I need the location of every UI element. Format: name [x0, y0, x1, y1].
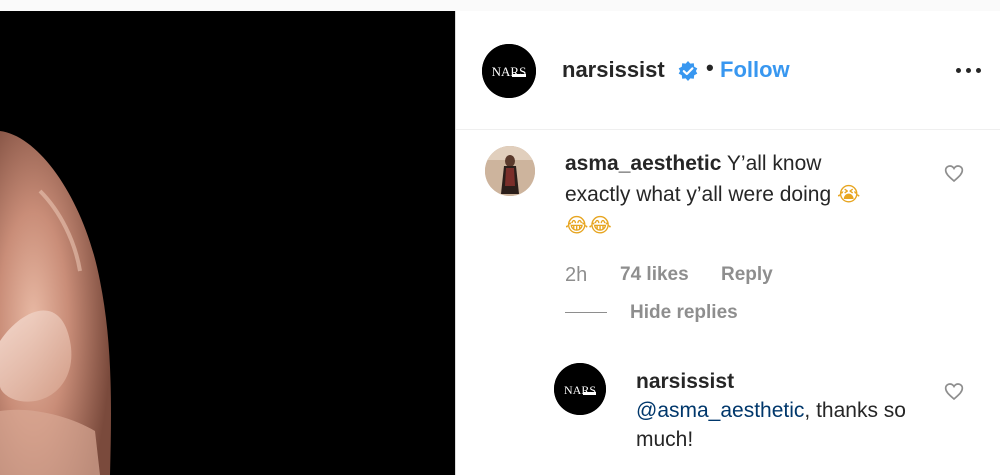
replies-divider-line — [565, 312, 607, 313]
verified-badge-icon — [677, 60, 699, 82]
reply-body: narsissist @asma_aesthetic, thanks so mu… — [636, 367, 926, 454]
laughing-emoji: 😂😂 — [565, 213, 612, 237]
header-separator: • — [706, 55, 714, 80]
like-comment-heart-icon[interactable] — [944, 164, 964, 183]
author-username[interactable]: narsissist — [562, 57, 665, 83]
follow-button[interactable]: Follow — [720, 57, 790, 83]
post-sidebar: NARS narsissist • Follow asma_aesthetic — [455, 11, 1000, 475]
post-media[interactable] — [0, 11, 455, 475]
hide-replies-button[interactable]: Hide replies — [630, 302, 738, 324]
comment-body: asma_aesthetic Y’all know exactly what y… — [565, 149, 865, 241]
crying-emoji: 😭 — [836, 182, 861, 206]
reply-mention-link[interactable]: @asma_aesthetic — [636, 399, 804, 422]
reply-username[interactable]: narsissist — [636, 367, 926, 396]
comment-likes-count[interactable]: 74 likes — [620, 264, 689, 286]
commenter-username[interactable]: asma_aesthetic — [565, 152, 721, 175]
reply-author-avatar[interactable]: NARS — [554, 363, 606, 415]
reply-button[interactable]: Reply — [721, 264, 773, 286]
author-avatar[interactable]: NARS — [482, 44, 536, 98]
browser-top-strip — [0, 0, 1000, 11]
post-media-image — [0, 11, 455, 475]
commenter-avatar[interactable] — [485, 146, 535, 196]
comment-timestamp[interactable]: 2h — [565, 264, 587, 287]
more-options-icon[interactable] — [954, 63, 984, 77]
post-header: NARS narsissist • Follow — [456, 11, 1000, 130]
like-reply-heart-icon[interactable] — [944, 382, 964, 401]
